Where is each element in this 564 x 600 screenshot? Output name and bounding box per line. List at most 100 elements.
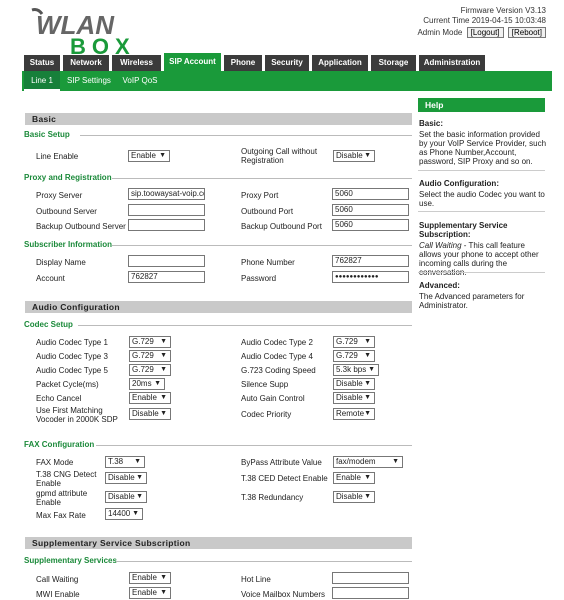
proxy-server-input[interactable]: sip.toowaysat-voip.co bbox=[128, 188, 205, 200]
current-time: Current Time 2019-04-15 10:03:48 bbox=[423, 16, 546, 25]
outgoing-call-select[interactable]: Disable ▼ bbox=[333, 150, 375, 162]
chevron-down-icon: ▼ bbox=[364, 394, 371, 401]
mwi-select[interactable]: Enable ▼ bbox=[129, 587, 171, 599]
backup-port-input[interactable]: 5060 bbox=[332, 219, 409, 231]
fax-mode-select[interactable]: T.38 ▼ bbox=[105, 456, 145, 468]
password-input[interactable]: ●●●●●●●●●●●● bbox=[332, 271, 409, 283]
section-basic: Basic bbox=[25, 113, 412, 125]
help-audio: Audio Configuration: Select the audio Co… bbox=[419, 179, 545, 208]
account-input[interactable]: 762827 bbox=[128, 271, 205, 283]
display-name-input[interactable] bbox=[128, 255, 205, 267]
chevron-down-icon: ▼ bbox=[132, 510, 139, 517]
echo-cancel-select[interactable]: Enable ▼ bbox=[129, 392, 171, 404]
tab-sip-account[interactable]: SIP Account bbox=[164, 53, 221, 71]
help-advanced: Advanced: The Advanced parameters for Ad… bbox=[419, 281, 525, 310]
gpmd-select[interactable]: Disable ▼ bbox=[105, 491, 147, 503]
chevron-down-icon: ▼ bbox=[160, 352, 167, 359]
password-label: Password bbox=[241, 274, 277, 283]
chevron-down-icon: ▼ bbox=[134, 458, 141, 465]
subtab-voip-qos[interactable]: VoIP QoS bbox=[118, 71, 162, 91]
packet-cycle-label: Packet Cycle(ms) bbox=[36, 380, 99, 389]
mwi-label: MWI Enable bbox=[36, 590, 80, 599]
chevron-down-icon: ▼ bbox=[364, 474, 371, 481]
voicemail-label: Voice Mailbox Numbers bbox=[241, 590, 326, 599]
max-fax-rate-label: Max Fax Rate bbox=[36, 511, 86, 520]
first-vocoder-select[interactable]: Disable ▼ bbox=[129, 408, 171, 420]
backup-server-input[interactable] bbox=[128, 219, 205, 231]
subtab-line1[interactable]: Line 1 bbox=[24, 71, 60, 91]
packet-cycle-select[interactable]: 20ms ▼ bbox=[129, 378, 165, 390]
call-waiting-select[interactable]: Enable ▼ bbox=[129, 572, 171, 584]
bypass-select[interactable]: fax/modem ▼ bbox=[333, 456, 403, 468]
tab-status[interactable]: Status bbox=[24, 55, 60, 71]
codec4-select[interactable]: G.729 ▼ bbox=[333, 350, 375, 362]
hot-line-input[interactable] bbox=[332, 572, 409, 584]
codec5-label: Audio Codec Type 5 bbox=[36, 366, 108, 375]
hot-line-label: Hot Line bbox=[241, 575, 271, 584]
line-enable-select[interactable]: Enable ▼ bbox=[128, 150, 170, 162]
cng-detect-select[interactable]: Disable ▼ bbox=[105, 472, 147, 484]
account-label: Account bbox=[36, 274, 65, 283]
admin-mode-label: Admin Mode bbox=[417, 28, 463, 37]
tab-network[interactable]: Network bbox=[63, 55, 109, 71]
subtab-sip-settings[interactable]: SIP Settings bbox=[64, 71, 114, 91]
proxy-server-label: Proxy Server bbox=[36, 191, 83, 200]
first-vocoder-label: Use First Matching Vocoder in 2000K SDP bbox=[36, 406, 118, 424]
display-name-label: Display Name bbox=[36, 258, 86, 267]
section-supplementary: Supplementary Service Subscription bbox=[25, 537, 412, 549]
codec2-select[interactable]: G.729 ▼ bbox=[333, 336, 375, 348]
chevron-down-icon: ▼ bbox=[368, 366, 375, 373]
chevron-down-icon: ▼ bbox=[160, 366, 167, 373]
outbound-server-label: Outbound Server bbox=[36, 207, 97, 216]
group-supp-services: Supplementary Services bbox=[24, 556, 117, 565]
group-proxy: Proxy and Registration bbox=[24, 173, 112, 182]
firmware-info: Firmware Version V3.13 Current Time 2019… bbox=[417, 6, 546, 38]
group-fax: FAX Configuration bbox=[24, 440, 95, 449]
logout-button[interactable]: [Logout] bbox=[466, 27, 504, 38]
codec1-label: Audio Codec Type 1 bbox=[36, 338, 108, 347]
phone-number-label: Phone Number bbox=[241, 258, 295, 267]
call-waiting-label: Call Waiting bbox=[36, 575, 79, 584]
codec5-select[interactable]: G.729 ▼ bbox=[129, 364, 171, 376]
chevron-down-icon: ▼ bbox=[160, 589, 167, 596]
silence-supp-label: Silence Supp bbox=[241, 380, 289, 389]
tab-phone[interactable]: Phone bbox=[224, 55, 262, 71]
sub-nav: Line 1 SIP Settings VoIP QoS bbox=[22, 71, 552, 91]
proxy-port-input[interactable]: 5060 bbox=[332, 188, 409, 200]
redundancy-select[interactable]: Disable ▼ bbox=[333, 491, 375, 503]
tab-administration[interactable]: Administration bbox=[419, 55, 485, 71]
silence-supp-select[interactable]: Disable ▼ bbox=[333, 378, 375, 390]
chevron-down-icon: ▼ bbox=[160, 394, 167, 401]
codec-priority-select[interactable]: Remote ▼ bbox=[333, 408, 375, 420]
outbound-server-input[interactable] bbox=[128, 204, 205, 216]
redundancy-label: T.38 Redundancy bbox=[241, 493, 304, 502]
agc-select[interactable]: Disable ▼ bbox=[333, 392, 375, 404]
codec3-select[interactable]: G.729 ▼ bbox=[129, 350, 171, 362]
tab-application[interactable]: Application bbox=[312, 55, 368, 71]
group-basic-setup: Basic Setup bbox=[24, 130, 70, 139]
g723-select[interactable]: 5.3k bps ▼ bbox=[333, 364, 379, 376]
codec1-select[interactable]: G.729 ▼ bbox=[129, 336, 171, 348]
group-subscriber: Subscriber Information bbox=[24, 240, 113, 249]
backup-server-label: Backup Outbound Server bbox=[36, 222, 126, 231]
chevron-down-icon: ▼ bbox=[160, 410, 167, 417]
bypass-label: ByPass Attribute Value bbox=[241, 458, 322, 467]
section-audio: Audio Configuration bbox=[25, 301, 412, 313]
proxy-port-label: Proxy Port bbox=[241, 191, 279, 200]
line-enable-label: Line Enable bbox=[36, 152, 79, 161]
ced-detect-select[interactable]: Enable ▼ bbox=[333, 472, 375, 484]
tab-security[interactable]: Security bbox=[265, 55, 309, 71]
backup-port-label: Backup Outbound Port bbox=[241, 222, 322, 231]
tab-storage[interactable]: Storage bbox=[371, 55, 416, 71]
outbound-port-input[interactable]: 5060 bbox=[332, 204, 409, 216]
codec4-label: Audio Codec Type 4 bbox=[241, 352, 313, 361]
chevron-down-icon: ▼ bbox=[364, 380, 371, 387]
logo-text-box: BOX bbox=[70, 34, 136, 56]
chevron-down-icon: ▼ bbox=[154, 380, 161, 387]
tab-wireless[interactable]: Wireless bbox=[112, 55, 161, 71]
voicemail-input[interactable] bbox=[332, 587, 409, 599]
reboot-button[interactable]: [Reboot] bbox=[507, 27, 546, 38]
max-fax-rate-select[interactable]: 14400 ▼ bbox=[105, 508, 143, 520]
help-basic: Basic: Set the basic information provide… bbox=[419, 119, 547, 166]
phone-number-input[interactable]: 762827 bbox=[332, 255, 409, 267]
